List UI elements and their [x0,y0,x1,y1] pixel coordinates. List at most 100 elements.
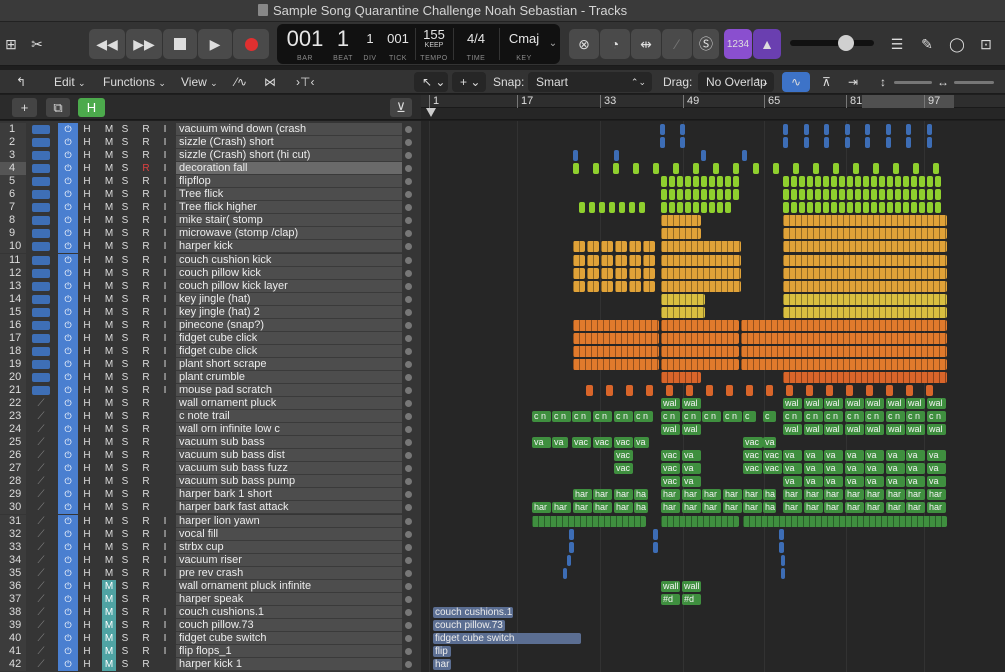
region[interactable] [887,189,893,200]
region[interactable]: vac [743,450,762,461]
solo-button[interactable]: S [118,658,132,671]
region[interactable] [845,124,850,135]
record-enable-button[interactable]: R [139,462,153,475]
track-row[interactable]: 20 ⏻ H M S R Iplant crumble [0,371,421,384]
region[interactable] [573,359,659,370]
scissors-icon[interactable]: ✂ [26,29,48,59]
region[interactable] [824,137,829,148]
region[interactable]: har [906,502,925,513]
solo-button[interactable]: S [118,123,132,136]
record-enable-button[interactable]: R [139,593,153,606]
track-name[interactable]: key jingle (hat) [176,293,402,306]
input-monitor-button[interactable]: I [158,123,172,136]
region[interactable] [873,163,879,174]
solo-button[interactable]: S [118,254,132,267]
region[interactable] [779,529,784,540]
region[interactable] [643,268,655,279]
record-enable-button[interactable]: R [139,567,153,580]
hide-button[interactable]: H [80,306,94,319]
region[interactable]: va [804,450,823,461]
track-name[interactable]: vocal fill [176,528,402,541]
track-fader-dot[interactable] [405,648,412,655]
region[interactable] [615,268,627,279]
region[interactable] [831,176,837,187]
power-icon[interactable]: ⏻ [58,462,78,475]
track-fader-dot[interactable] [405,478,412,485]
region[interactable] [865,124,870,135]
region[interactable]: va [865,450,884,461]
region[interactable] [935,176,941,187]
power-icon[interactable]: ⏻ [58,475,78,488]
fast-forward-button[interactable]: ▶▶ [126,29,162,59]
mute-button[interactable]: M [102,619,116,632]
browser-icon[interactable]: ⊡ [972,29,1000,59]
region[interactable]: va [824,463,843,474]
power-icon[interactable]: ⏻ [58,658,78,671]
input-monitor-button[interactable]: I [158,240,172,253]
region[interactable] [783,215,947,226]
mute-button[interactable]: M [102,423,116,436]
region[interactable] [855,202,861,213]
region[interactable] [669,189,675,200]
power-icon[interactable]: ⏻ [58,371,78,384]
region[interactable] [669,202,675,213]
track-fader-dot[interactable] [405,335,412,342]
track-fader-dot[interactable] [405,204,412,211]
functions-menu[interactable]: Functions ⌄ [103,72,166,92]
region[interactable] [573,241,585,252]
track-fader-dot[interactable] [405,609,412,616]
track-row[interactable]: 2 ⏻ H M S R Isizzle (Crash) short [0,136,421,149]
region[interactable]: c n [824,411,843,422]
track-name[interactable]: fidget cube click [176,345,402,358]
region[interactable] [693,189,699,200]
region[interactable] [853,163,859,174]
region[interactable]: c n [845,411,864,422]
region[interactable] [613,163,619,174]
hide-button[interactable]: H [80,501,94,514]
record-enable-button[interactable]: R [139,345,153,358]
add-track-button[interactable]: + [12,98,37,117]
region[interactable] [927,137,932,148]
region[interactable] [815,202,821,213]
mute-button[interactable]: M [102,188,116,201]
mute-button[interactable]: M [102,528,116,541]
mute-button[interactable]: M [102,227,116,240]
region[interactable]: wal [865,398,884,409]
track-name[interactable]: pinecone (snap?) [176,319,402,332]
region[interactable]: har [573,489,592,500]
track-name[interactable]: pre rev crash [176,567,402,580]
region[interactable] [871,176,877,187]
region[interactable]: har [927,502,946,513]
region[interactable]: vac [763,463,782,474]
power-icon[interactable]: ⏻ [58,345,78,358]
hide-button[interactable]: H [80,136,94,149]
region[interactable]: c n [682,411,701,422]
input-monitor-button[interactable]: I [158,528,172,541]
solo-button[interactable]: S [118,619,132,632]
region[interactable] [855,189,861,200]
mute-button[interactable]: M [102,371,116,384]
solo-button[interactable]: S [118,332,132,345]
input-monitor-button[interactable]: I [158,175,172,188]
mute-button[interactable]: M [102,658,116,671]
region[interactable]: har [783,489,802,500]
track-row[interactable]: 22 ⟋ ⏻ H M S Rwall ornament pluck [0,397,421,410]
track-row[interactable]: 7 ⏻ H M S R I Tree flick higher [0,201,421,214]
region[interactable] [766,385,773,396]
track-fader-dot[interactable] [405,661,412,668]
hide-button[interactable]: H [80,175,94,188]
region[interactable] [661,359,739,370]
track-name[interactable]: Tree flick higher [176,201,402,214]
list-editors-icon[interactable]: ☰ [884,29,910,59]
solo-button[interactable]: S [118,214,132,227]
solo-button[interactable]: S [118,397,132,410]
track-row[interactable]: 8 ⏻ H M S R Imike stair( stomp [0,214,421,227]
power-icon[interactable]: ⏻ [58,214,78,227]
track-row[interactable]: 15 ⏻ H M S R Ikey jingle (hat) 2 [0,306,421,319]
region[interactable] [847,202,853,213]
hide-button[interactable]: H [80,410,94,423]
region[interactable] [569,542,574,553]
vertical-fit-icon[interactable]: ⊼ [822,72,831,92]
region[interactable] [919,189,925,200]
track-row[interactable]: 17 ⏻ H M S R Ifidget cube click [0,332,421,345]
